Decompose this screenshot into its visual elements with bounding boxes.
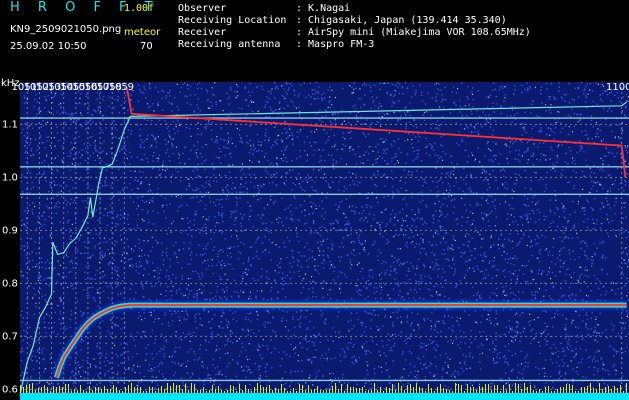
y-axis-label: kHz	[1, 78, 20, 89]
y-tick-label-4: 1.0	[2, 172, 18, 183]
location-value: : Chigasaki, Japan (139.414 35.340)	[296, 15, 507, 26]
x-tick-label-9: 1100	[606, 82, 629, 93]
receiver-value: : AirSpy mini (Miakejima VOR 108.65MHz)	[296, 27, 531, 38]
receiver-label: Receiver	[178, 27, 227, 38]
meteor-count: 70	[140, 41, 153, 52]
y-tick-label-5: 1.1	[2, 119, 18, 130]
header-panel: H R O F F T 1.00f KN9_2509021050.png met…	[0, 0, 629, 76]
antenna-label: Receiving antenna	[178, 39, 281, 50]
filename-label: KN9_2509021050.png	[10, 24, 122, 35]
bottom-bar-fill	[20, 393, 629, 400]
y-tick-label-2: 0.8	[2, 278, 18, 289]
y-tick-label-0: 0.6	[2, 384, 18, 395]
datetime-label: 25.09.02 10:50	[10, 41, 87, 52]
y-tick-label-3: 0.9	[2, 225, 18, 236]
observer-label: Observer	[178, 3, 227, 14]
x-tick-label-8: 1059	[109, 82, 134, 93]
antenna-value: : Maspro FM-3	[296, 39, 375, 50]
version-label: 1.00f	[124, 3, 155, 14]
spectrogram-chart: 105110521053105410551056105710581059 1100…	[0, 76, 629, 400]
location-label: Receiving Location	[178, 15, 287, 26]
observer-value: : K.Nagai	[296, 3, 351, 14]
meteor-label: meteor	[124, 27, 161, 38]
y-tick-label-1: 0.7	[2, 331, 18, 342]
